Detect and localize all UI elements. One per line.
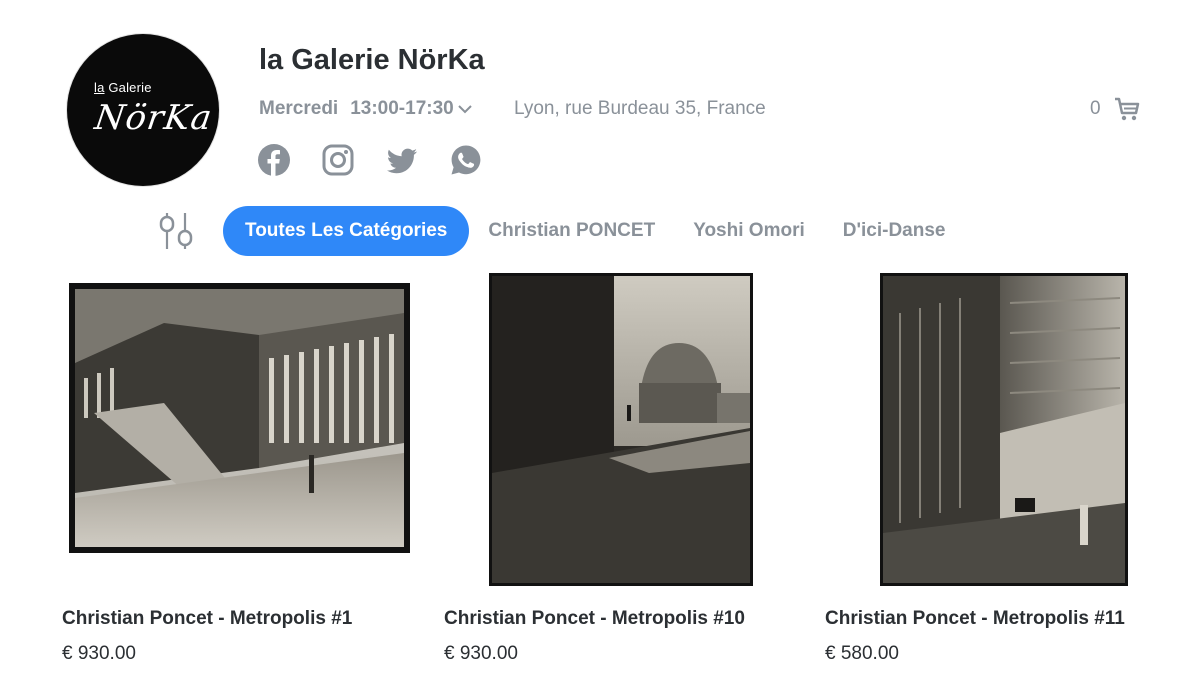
product-image[interactable] (880, 273, 1128, 586)
product-card[interactable]: Christian Poncet - Metropolis #1 € 930.0… (62, 270, 422, 680)
product-price: € 580.00 (825, 643, 899, 664)
product-image[interactable] (69, 283, 410, 553)
twitter-icon[interactable] (386, 144, 418, 176)
tab-dici-danse[interactable]: D'ici-Danse (824, 206, 965, 256)
social-links (258, 144, 482, 176)
chevron-down-icon (458, 105, 472, 114)
tab-yoshi-omori[interactable]: Yoshi Omori (674, 206, 824, 256)
instagram-icon[interactable] (322, 144, 354, 176)
product-name[interactable]: Christian Poncet - Metropolis #1 (62, 608, 352, 630)
tab-christian-poncet[interactable]: Christian PONCET (469, 206, 674, 256)
product-name[interactable]: Christian Poncet - Metropolis #11 (825, 608, 1125, 630)
filter-icon[interactable] (158, 211, 194, 251)
whatsapp-icon[interactable] (450, 144, 482, 176)
cart-icon (1114, 97, 1139, 121)
product-name[interactable]: Christian Poncet - Metropolis #10 (444, 608, 745, 630)
hours-time: 13:00-17:30 (350, 98, 454, 119)
cart-count: 0 (1090, 98, 1101, 119)
product-image[interactable] (489, 273, 753, 586)
facebook-icon[interactable] (258, 144, 290, 176)
product-card[interactable]: Christian Poncet - Metropolis #11 € 580.… (825, 270, 1185, 680)
logo-script-text: NörKa (92, 98, 215, 138)
hours-day: Mercredi (259, 98, 339, 119)
logo-small-text: la Galerie (94, 80, 152, 95)
hours-dropdown[interactable]: 13:00-17:30 (350, 98, 474, 120)
product-card[interactable]: Christian Poncet - Metropolis #10 € 930.… (444, 270, 804, 680)
cart-button[interactable]: 0 (1090, 95, 1141, 123)
category-tabs: Toutes Les Catégories Christian PONCET Y… (223, 206, 964, 256)
product-price: € 930.00 (62, 643, 136, 664)
shop-title: la Galerie NörKa (259, 44, 485, 76)
shop-logo[interactable]: la Galerie NörKa (67, 34, 219, 186)
shop-address: Lyon, rue Burdeau 35, France (514, 98, 766, 119)
tab-all-categories[interactable]: Toutes Les Catégories (223, 206, 470, 256)
product-price: € 930.00 (444, 643, 518, 664)
opening-hours: Mercredi 13:00-17:30 (259, 98, 474, 120)
